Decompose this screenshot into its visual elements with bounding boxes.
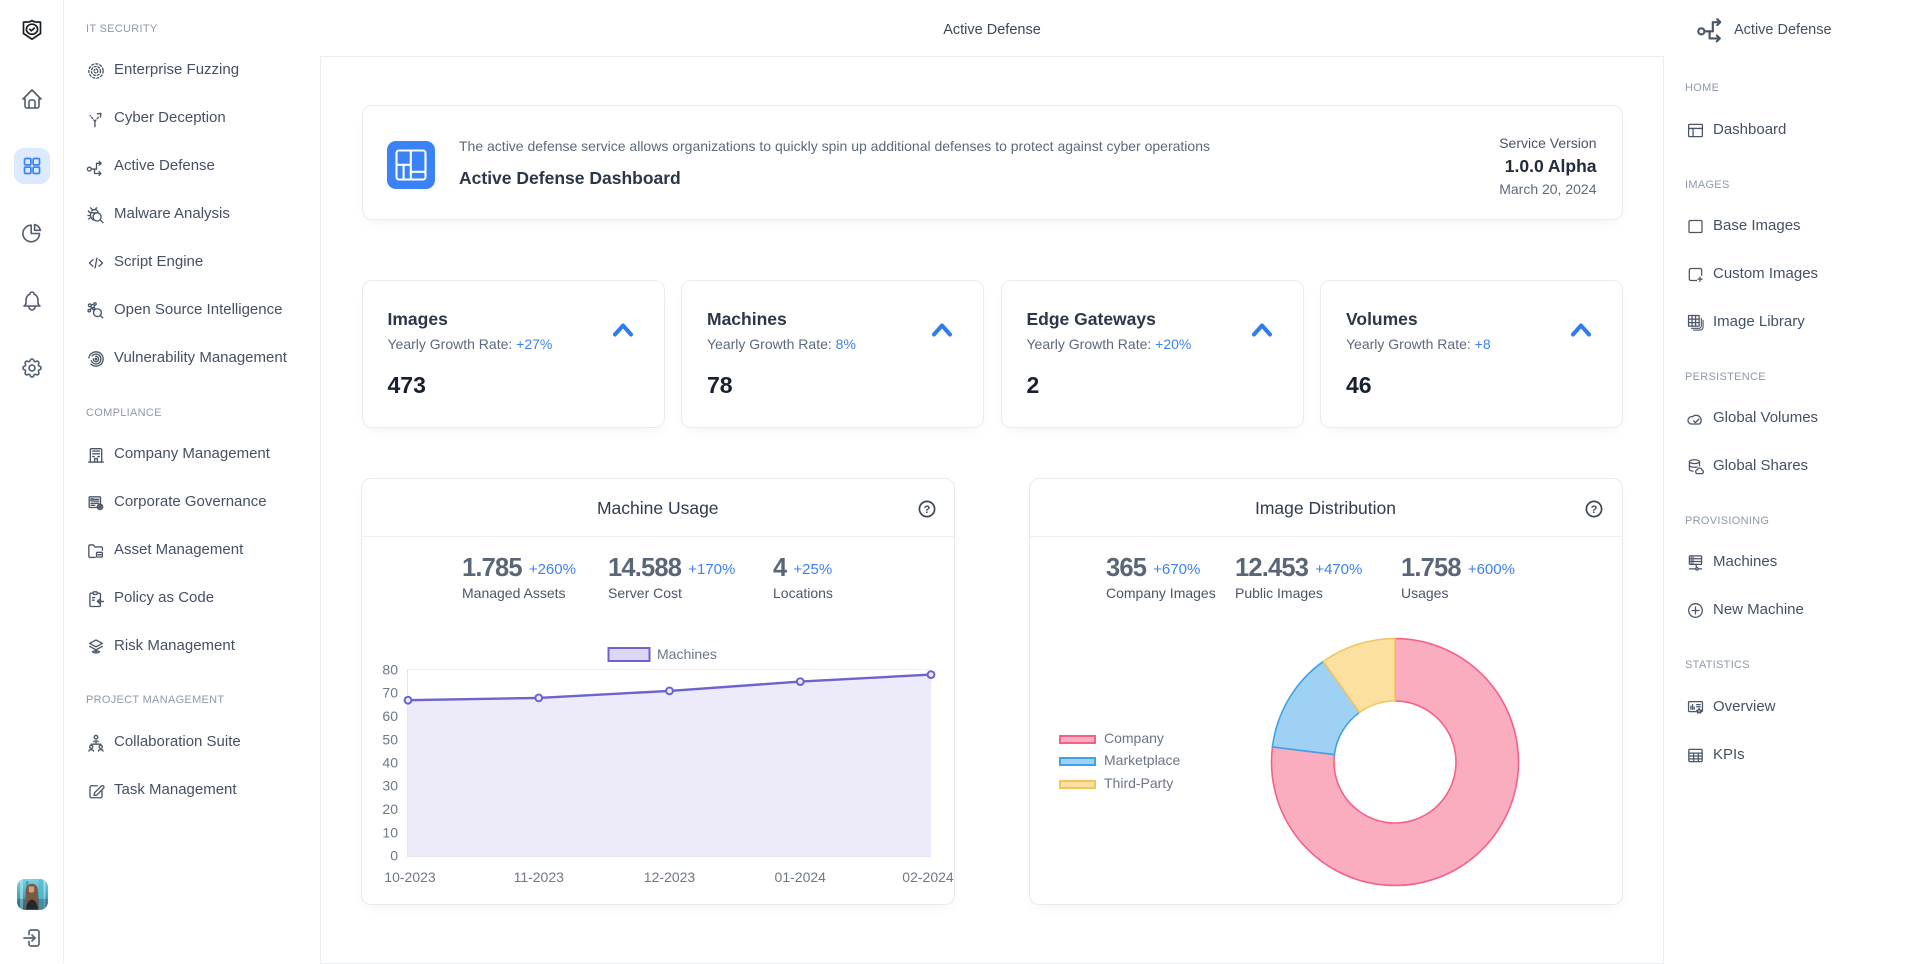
svg-text:20: 20: [382, 801, 398, 817]
svg-text:11-2023: 11-2023: [514, 869, 565, 885]
svg-text:0: 0: [390, 848, 398, 864]
svg-text:40: 40: [382, 755, 398, 771]
svg-text:60: 60: [382, 708, 398, 724]
svg-text:02-2024: 02-2024: [902, 869, 954, 885]
svg-text:Machines: Machines: [657, 646, 717, 662]
svg-text:30: 30: [382, 778, 398, 794]
svg-text:?: ?: [1590, 504, 1597, 516]
svg-text:70: 70: [382, 685, 398, 701]
svg-text:50: 50: [382, 731, 398, 747]
svg-text:12-2023: 12-2023: [644, 869, 696, 885]
svg-text:01-2024: 01-2024: [775, 869, 827, 885]
svg-text:80: 80: [382, 662, 398, 678]
svg-text:10-2023: 10-2023: [384, 869, 436, 885]
svg-text:10: 10: [382, 824, 398, 840]
